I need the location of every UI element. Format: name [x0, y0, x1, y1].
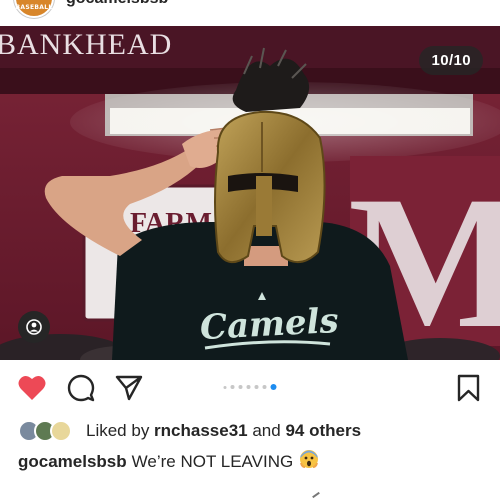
- post-photo[interactable]: BANKHEAD FARM M Camels 10/10: [0, 26, 500, 360]
- caption-text: We’re NOT LEAVING: [131, 451, 294, 471]
- post-header: BASEBALL gocamelsbsb · · ·: [0, 0, 500, 26]
- liker-avatar: [50, 420, 72, 442]
- share-icon: [115, 375, 143, 401]
- likes-row[interactable]: Liked by rnchasse31 and 94 others: [18, 418, 361, 444]
- carousel-dot: [223, 385, 227, 389]
- tagged-user-icon[interactable]: [18, 311, 50, 343]
- carousel-counter: 10/10: [419, 46, 483, 75]
- liker-avatars: [18, 419, 78, 443]
- carousel-dot: [246, 385, 251, 389]
- comment-icon: [67, 374, 95, 402]
- carousel-dot: [254, 385, 259, 389]
- carousel-dot: [230, 385, 235, 389]
- carousel-dot: [262, 385, 267, 389]
- likes-prefix: Liked by: [86, 421, 155, 440]
- save-button[interactable]: [454, 374, 484, 402]
- avatar-text: BASEBALL: [15, 4, 53, 11]
- photo-illustration: BANKHEAD FARM M Camels: [0, 26, 500, 360]
- share-button[interactable]: [114, 374, 144, 402]
- partial-text-fragment: [312, 491, 320, 499]
- bookmark-icon: [457, 374, 480, 402]
- carousel-indicator: [223, 384, 277, 390]
- more-options-icon[interactable]: · · ·: [449, 0, 474, 6]
- screaming-face-icon: [299, 449, 319, 474]
- carousel-dot-active: [270, 384, 277, 390]
- carousel-dot: [238, 385, 243, 389]
- like-button[interactable]: [17, 374, 47, 402]
- person-icon: [26, 319, 42, 335]
- liker-username[interactable]: rnchasse31: [154, 421, 248, 440]
- comment-button[interactable]: [66, 374, 96, 402]
- profile-avatar[interactable]: BASEBALL: [14, 0, 54, 18]
- banner-text: BANKHEAD: [0, 28, 172, 61]
- likes-text: Liked by rnchasse31 and 94 others: [86, 421, 361, 441]
- instagram-post: BASEBALL gocamelsbsb · · ·: [0, 0, 500, 500]
- heart-icon: [18, 375, 46, 400]
- caption-username[interactable]: gocamelsbsb: [18, 452, 127, 472]
- likes-middle: and: [247, 421, 286, 440]
- post-username[interactable]: gocamelsbsb: [66, 0, 168, 8]
- action-bar: [0, 360, 500, 412]
- post-caption: gocamelsbsb We’re NOT LEAVING: [18, 449, 319, 474]
- likes-others[interactable]: 94 others: [285, 421, 361, 440]
